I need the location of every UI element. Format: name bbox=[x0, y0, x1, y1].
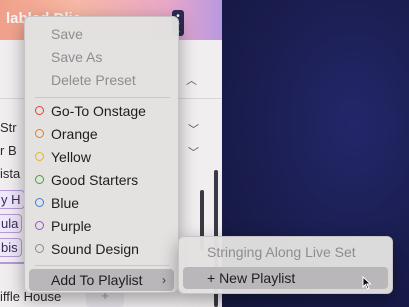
circle-icon bbox=[35, 152, 44, 161]
mouse-cursor-icon bbox=[362, 276, 372, 290]
circle-icon bbox=[35, 175, 44, 184]
circle-icon bbox=[35, 244, 44, 253]
preset-chip[interactable]: y H bbox=[0, 190, 25, 209]
chevron-down-icon[interactable]: ﹀ bbox=[188, 121, 199, 137]
playlist-item[interactable]: Stringing Along Live Set bbox=[183, 241, 388, 263]
menu-separator bbox=[35, 97, 170, 98]
chevron-right-icon: › bbox=[162, 273, 166, 287]
new-playlist-button[interactable]: + New Playlist bbox=[183, 267, 388, 289]
chevron-up-icon[interactable]: ︿ bbox=[186, 72, 197, 88]
tag-label: Blue bbox=[51, 195, 80, 211]
menu-item-save-as[interactable]: Save As bbox=[29, 46, 174, 68]
preset-chip[interactable] bbox=[0, 262, 25, 264]
tag-label: Good Starters bbox=[51, 172, 139, 188]
list-item[interactable]: ista bbox=[0, 166, 20, 181]
tag-purple[interactable]: Purple bbox=[29, 215, 174, 237]
tag-orange[interactable]: Orange bbox=[29, 123, 174, 145]
tag-label: Orange bbox=[51, 126, 98, 142]
playlist-submenu: Stringing Along Live Set + New Playlist bbox=[178, 236, 393, 294]
menu-separator bbox=[35, 265, 170, 266]
preset-chip[interactable]: bis bbox=[0, 238, 22, 257]
tag-go-to-onstage[interactable]: Go-To Onstage bbox=[29, 100, 174, 122]
tag-good-starters[interactable]: Good Starters bbox=[29, 169, 174, 191]
list-item[interactable]: r B bbox=[0, 143, 17, 158]
tag-label: Yellow bbox=[51, 149, 91, 165]
menu-item-label: Add To Playlist bbox=[51, 272, 143, 288]
circle-icon bbox=[35, 198, 44, 207]
tag-yellow[interactable]: Yellow bbox=[29, 146, 174, 168]
tag-blue[interactable]: Blue bbox=[29, 192, 174, 214]
tag-label: Sound Design bbox=[51, 241, 139, 257]
menu-item-save[interactable]: Save bbox=[29, 23, 174, 45]
list-item[interactable]: Str bbox=[0, 120, 17, 135]
tag-sound-design[interactable]: Sound Design bbox=[29, 238, 174, 260]
tag-label: Purple bbox=[51, 218, 92, 234]
context-menu: Save Save As Delete Preset Go-To Onstage… bbox=[24, 16, 179, 293]
circle-icon bbox=[35, 221, 44, 230]
circle-icon bbox=[35, 129, 44, 138]
menu-item-add-to-playlist[interactable]: Add To Playlist › bbox=[29, 269, 174, 291]
menu-item-delete-preset[interactable]: Delete Preset bbox=[29, 69, 174, 91]
tag-label: Go-To Onstage bbox=[51, 103, 146, 119]
preset-chip[interactable]: ula bbox=[0, 214, 23, 233]
circle-icon bbox=[35, 106, 44, 115]
chevron-down-icon[interactable]: ﹀ bbox=[188, 144, 199, 160]
